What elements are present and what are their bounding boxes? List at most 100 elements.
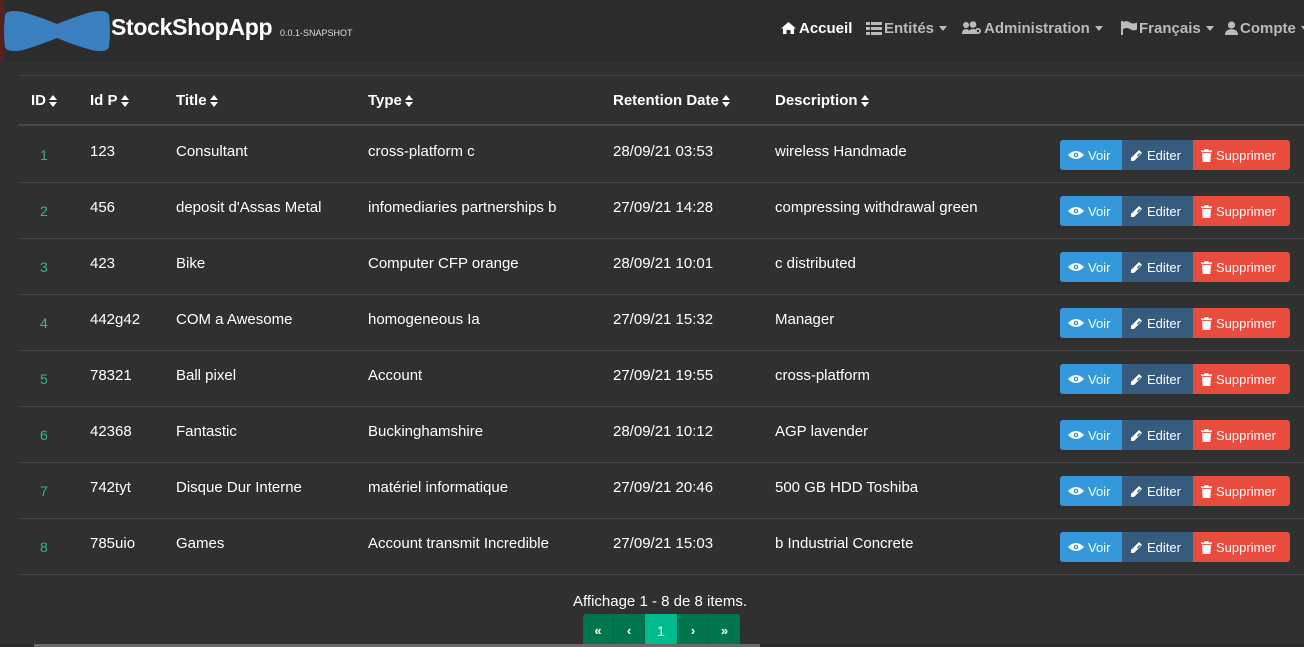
row-id-link[interactable]: 4 [40, 315, 48, 331]
cell-title: Games [176, 535, 225, 552]
sort-icon [49, 94, 57, 107]
cell-retention-date: 27/09/21 15:03 [613, 535, 714, 552]
delete-button[interactable]: Supprimer [1193, 476, 1290, 506]
row-id-link[interactable]: 1 [40, 147, 48, 163]
cell-retention-date: 27/09/21 20:46 [613, 479, 714, 496]
nav-administration[interactable]: Administration [962, 18, 1103, 38]
pagination-page-1[interactable]: 1 [645, 614, 678, 647]
view-button[interactable]: Voir [1060, 196, 1122, 226]
view-button[interactable]: Voir [1060, 532, 1122, 562]
pagination-first[interactable]: « [583, 614, 614, 647]
nav-entities-label: Entités [884, 19, 935, 37]
edit-button[interactable]: Editer [1122, 532, 1193, 562]
row-id-link[interactable]: 3 [40, 259, 48, 275]
bowtie-logo-icon[interactable] [3, 9, 111, 53]
view-button[interactable]: Voir [1060, 476, 1122, 506]
pagination-last[interactable]: » [709, 614, 740, 647]
cell-idp: 78321 [90, 367, 132, 384]
table-row: 3 423 Bike Computer CFP orange 28/09/21 … [19, 238, 1304, 295]
nav-account[interactable]: Compte [1225, 18, 1304, 38]
delete-button-label: Supprimer [1216, 259, 1276, 275]
column-header-idp[interactable]: Id P [90, 92, 129, 109]
pencil-icon [1131, 541, 1142, 553]
cell-title: Ball pixel [176, 367, 237, 384]
column-header-description[interactable]: Description [775, 92, 869, 109]
sort-icon [209, 94, 218, 107]
edit-button[interactable]: Editer [1122, 252, 1193, 282]
edit-button[interactable]: Editer [1122, 140, 1193, 170]
nav-entities[interactable]: Entités [866, 18, 948, 38]
cell-type: infomediaries partnerships b [368, 199, 557, 216]
delete-button[interactable]: Supprimer [1193, 196, 1290, 226]
nav-home-label: Accueil [799, 19, 853, 37]
view-button[interactable]: Voir [1060, 308, 1122, 338]
trash-icon [1201, 148, 1212, 162]
eye-icon [1068, 375, 1084, 383]
delete-button-label: Supprimer [1216, 371, 1276, 387]
column-header-type[interactable]: Type [368, 92, 413, 109]
view-button[interactable]: Voir [1060, 140, 1122, 170]
cell-type: Computer CFP orange [368, 255, 519, 272]
view-button-label: Voir [1088, 427, 1111, 443]
view-button-label: Voir [1088, 259, 1111, 275]
nav-language[interactable]: Français [1121, 18, 1214, 38]
cell-type: Buckinghamshire [368, 423, 484, 440]
nav-account-label: Compte [1240, 19, 1296, 37]
trash-icon [1201, 428, 1212, 442]
edit-button[interactable]: Editer [1122, 476, 1193, 506]
nav-home[interactable]: Accueil [780, 18, 852, 38]
row-id-link[interactable]: 5 [40, 371, 48, 387]
edit-button[interactable]: Editer [1122, 364, 1193, 394]
column-header-retention-date[interactable]: Retention Date [613, 92, 730, 109]
trash-icon [1201, 260, 1212, 274]
pencil-icon [1131, 261, 1142, 273]
cell-idp: 785uio [90, 535, 136, 552]
delete-button[interactable]: Supprimer [1193, 420, 1290, 450]
delete-button[interactable]: Supprimer [1193, 140, 1290, 170]
cell-type: Account transmit Incredible [368, 535, 549, 552]
trash-icon [1201, 372, 1212, 386]
flag-icon [1121, 21, 1137, 35]
pencil-icon [1131, 317, 1142, 329]
edit-button-label: Editer [1147, 427, 1181, 443]
cell-type: cross-platform c [368, 143, 475, 160]
chevron-down-icon [1094, 25, 1103, 31]
chevron-down-icon [1205, 25, 1214, 31]
view-button[interactable]: Voir [1060, 252, 1122, 282]
eye-icon [1068, 431, 1084, 439]
cell-retention-date: 28/09/21 10:01 [613, 255, 714, 272]
row-id-link[interactable]: 2 [40, 203, 48, 219]
delete-button-label: Supprimer [1216, 483, 1276, 499]
edit-button-label: Editer [1147, 203, 1181, 219]
view-button[interactable]: Voir [1060, 364, 1122, 394]
sort-icon [404, 94, 413, 107]
row-id-link[interactable]: 8 [40, 539, 48, 555]
table-row: 8 785uio Games Account transmit Incredib… [19, 518, 1304, 575]
row-id-link[interactable]: 6 [40, 427, 48, 443]
row-id-link[interactable]: 7 [40, 483, 48, 499]
column-header-title[interactable]: Title [176, 92, 218, 109]
trash-icon [1201, 540, 1212, 554]
delete-button[interactable]: Supprimer [1193, 252, 1290, 282]
column-header-label: Title [176, 92, 207, 109]
brand-title[interactable]: StockShopApp [111, 14, 273, 41]
delete-button[interactable]: Supprimer [1193, 308, 1290, 338]
pagination-next[interactable]: › [678, 614, 709, 647]
delete-button[interactable]: Supprimer [1193, 532, 1290, 562]
nav-administration-label: Administration [984, 19, 1090, 37]
pencil-icon [1131, 429, 1142, 441]
pagination-previous[interactable]: ‹ [614, 614, 645, 647]
edit-button[interactable]: Editer [1122, 308, 1193, 338]
delete-button[interactable]: Supprimer [1193, 364, 1290, 394]
column-header-id[interactable]: ID [31, 92, 57, 109]
edit-button-label: Editer [1147, 259, 1181, 275]
cell-title: deposit d'Assas Metal [176, 199, 322, 216]
sort-icon [721, 94, 730, 107]
pencil-icon [1131, 485, 1142, 497]
cell-type: matériel informatique [368, 479, 509, 496]
view-button[interactable]: Voir [1060, 420, 1122, 450]
edit-button-label: Editer [1147, 483, 1181, 499]
edit-button[interactable]: Editer [1122, 196, 1193, 226]
edit-button[interactable]: Editer [1122, 420, 1193, 450]
view-button-label: Voir [1088, 539, 1111, 555]
